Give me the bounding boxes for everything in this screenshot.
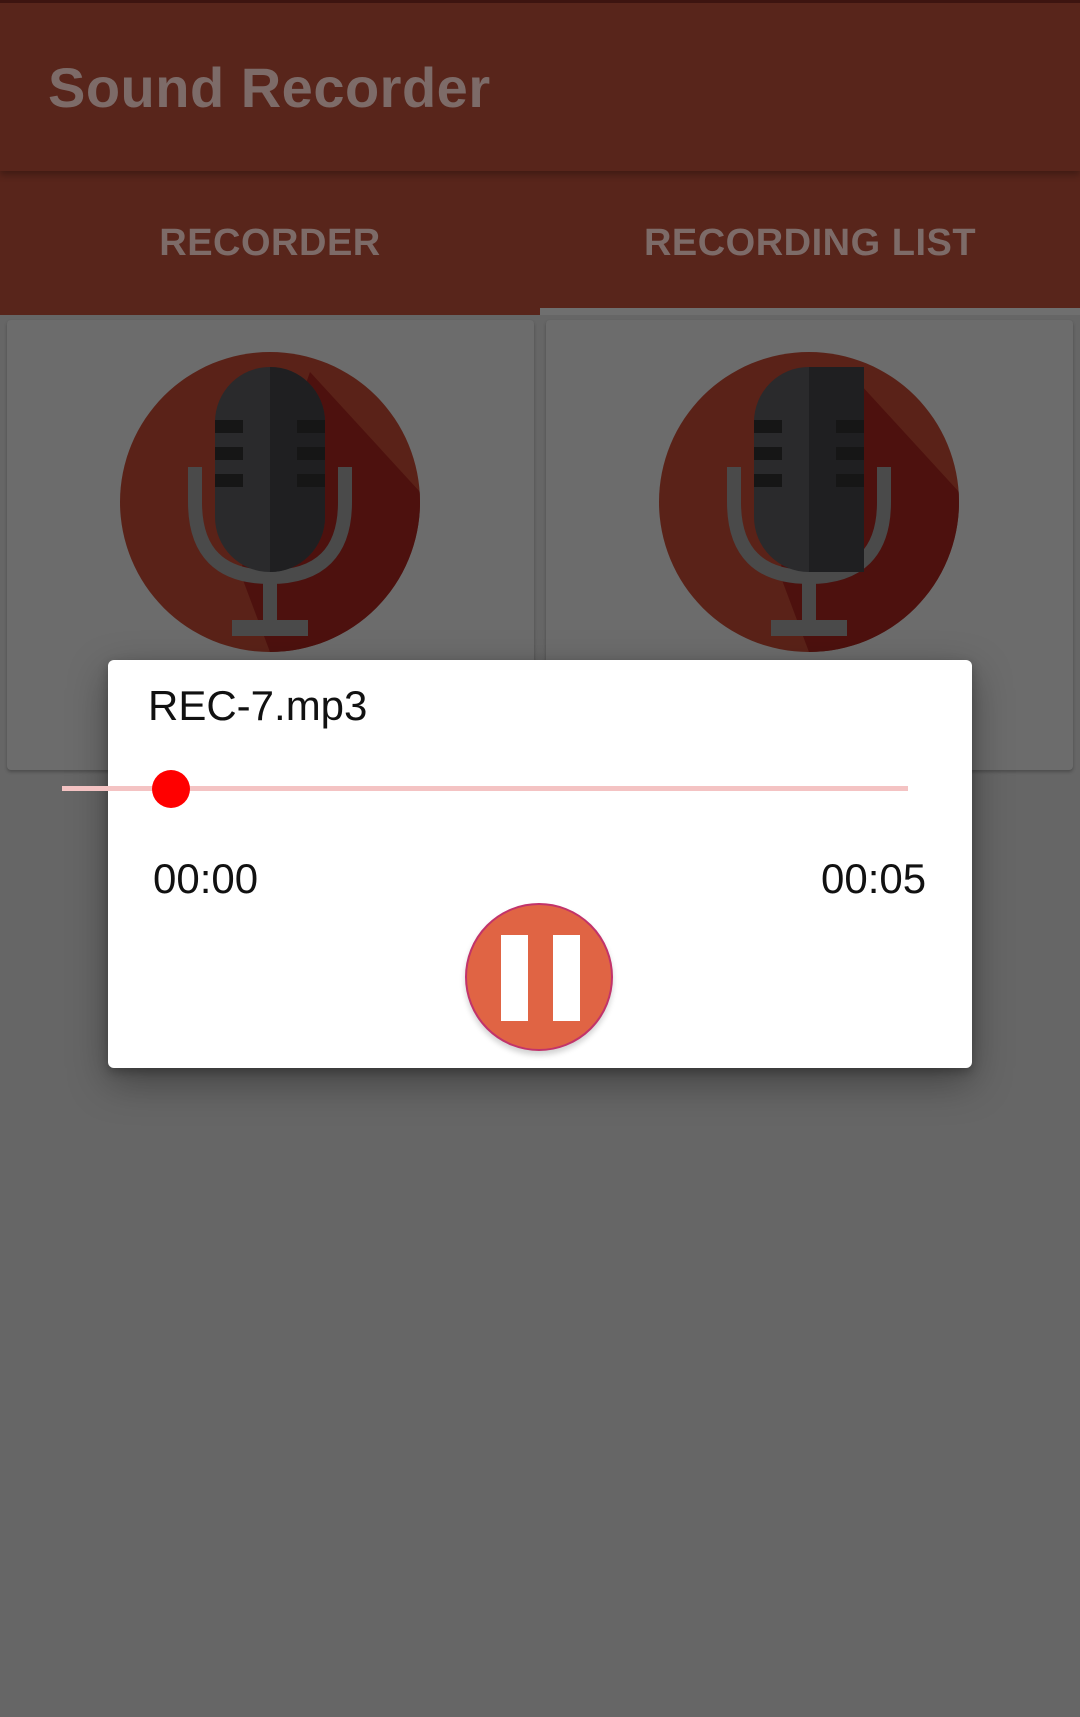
tab-selected-indicator <box>540 308 1080 315</box>
microphone-icon <box>659 352 959 652</box>
pause-button[interactable] <box>465 903 613 1051</box>
screen: Sound Recorder RECORDER RECORDING LIST R… <box>0 0 1080 1717</box>
pause-icon-bar <box>553 935 580 1021</box>
file-name: REC-7.mp3 <box>148 682 368 729</box>
elapsed-time: 00:00 <box>153 855 259 902</box>
tab-recorder[interactable]: RECORDER <box>0 171 540 315</box>
tab-recording-list[interactable]: RECORDING LIST <box>540 171 1080 315</box>
seek-thumb[interactable] <box>152 770 190 808</box>
app-bar: Sound Recorder <box>0 0 1080 171</box>
total-time: 00:05 <box>821 855 927 902</box>
app-title: Sound Recorder <box>48 56 491 119</box>
microphone-icon <box>120 352 420 652</box>
pause-icon <box>501 935 528 1021</box>
tab-bar: RECORDER RECORDING LIST <box>0 171 1080 315</box>
